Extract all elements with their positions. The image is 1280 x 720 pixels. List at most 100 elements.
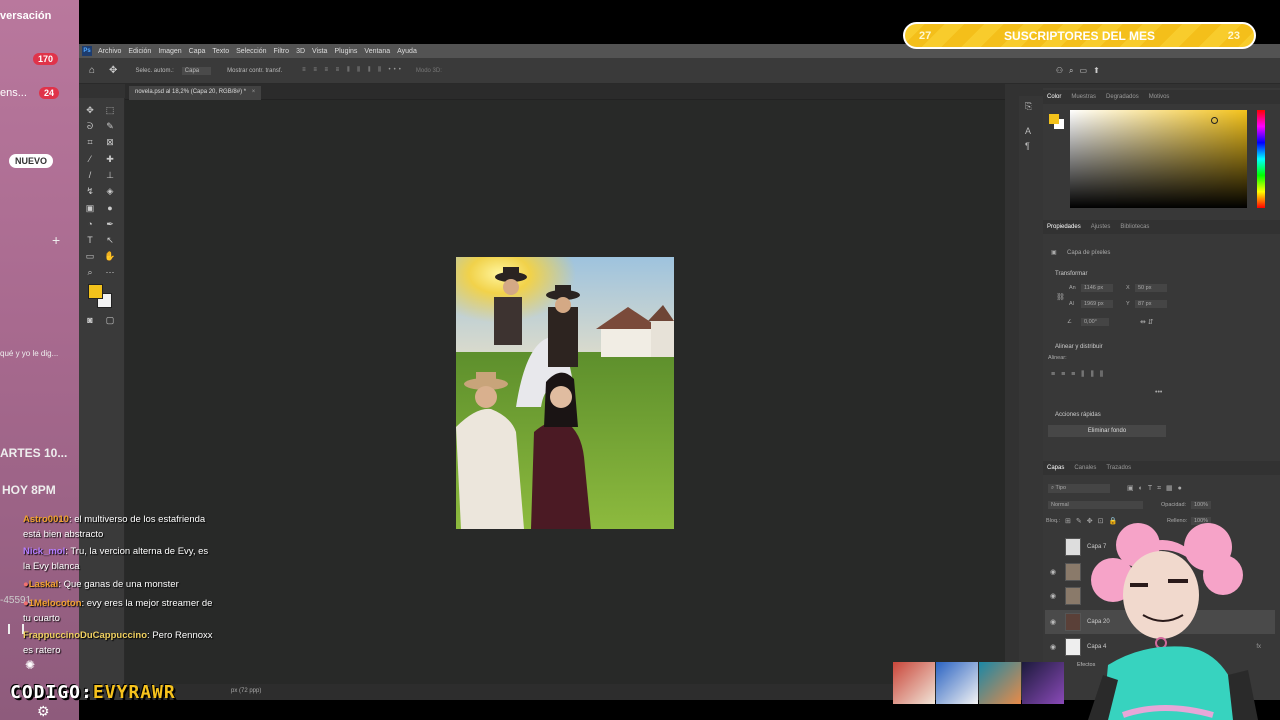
filter-icons[interactable]: ▣◐T⌗▦●: [1127, 484, 1187, 493]
quick-mask-icon[interactable]: ◙: [83, 314, 97, 326]
chat-username: Laskal: [28, 579, 59, 590]
eraser-icon[interactable]: ◈: [103, 185, 117, 197]
canvas-area[interactable]: [125, 100, 1005, 684]
screen-mode-icon[interactable]: ▢: [103, 314, 117, 326]
menu-texto[interactable]: Texto: [212, 48, 229, 55]
history-panel-icon[interactable]: ⎘: [1025, 101, 1032, 112]
remove-background-button[interactable]: Eliminar fondo: [1048, 425, 1166, 437]
x-field[interactable]: 50 px: [1135, 284, 1167, 292]
angle-icon: ∠: [1067, 319, 1072, 325]
menu-filtro[interactable]: Filtro: [274, 48, 290, 55]
add-icon[interactable]: +: [52, 232, 60, 248]
chat-message: ●1Melocoton: evy eres la mejor streamer …: [23, 596, 218, 626]
character-panel-icon[interactable]: A: [1025, 126, 1031, 136]
tab-trazados[interactable]: Trazados: [1106, 465, 1131, 471]
avatar: [936, 662, 978, 704]
hue-slider[interactable]: [1257, 110, 1265, 208]
search-icon[interactable]: ⚇⌕▭⬆: [1056, 66, 1106, 76]
tab-propiedades[interactable]: Propiedades: [1047, 224, 1081, 230]
blur-icon[interactable]: ●: [103, 202, 117, 214]
menu-archivo[interactable]: Archivo: [98, 48, 121, 55]
dodge-icon[interactable]: ◔: [83, 218, 97, 230]
stamp-icon[interactable]: ⊥: [103, 169, 117, 181]
menu-seleccion[interactable]: Selección: [236, 48, 266, 55]
chat-username: Astro0010: [23, 514, 69, 525]
eye-icon[interactable]: ◉: [1045, 592, 1061, 600]
frame-icon[interactable]: ⊠: [103, 136, 117, 148]
marquee-icon[interactable]: ⬚: [103, 104, 117, 116]
align-icons[interactable]: ≡ ≡ ≡ ≡ ⫼ ⫼ ⫼ ⫼ •••: [302, 67, 404, 74]
menu-imagen[interactable]: Imagen: [158, 48, 181, 55]
menu-capa[interactable]: Capa: [189, 48, 206, 55]
crop-icon[interactable]: ⌗: [83, 136, 97, 148]
eye-icon[interactable]: ◉: [1045, 643, 1061, 651]
settings-gear-icon[interactable]: ⚙: [37, 703, 50, 720]
healing-icon[interactable]: ✚: [103, 153, 117, 165]
tab-ajustes[interactable]: Ajustes: [1091, 224, 1111, 230]
tab-bibliotecas[interactable]: Bibliotecas: [1120, 224, 1149, 230]
auto-select-dropdown[interactable]: Capa: [181, 66, 212, 75]
angle-field[interactable]: 0,00°: [1081, 318, 1109, 326]
opacity-field[interactable]: 100%: [1191, 501, 1212, 509]
transform-controls-checkbox[interactable]: Mostrar contr. transf.: [227, 68, 282, 74]
move-icon[interactable]: ✥: [83, 104, 97, 116]
width-label: An: [1069, 285, 1076, 291]
gradient-icon[interactable]: ▣: [83, 202, 97, 214]
more-tools-icon[interactable]: ⋯: [103, 266, 117, 278]
tab-capas[interactable]: Capas: [1047, 465, 1064, 471]
eyedropper-icon[interactable]: ⁄: [83, 153, 97, 165]
banner-title: SUSCRIPTORES DEL MES: [1004, 28, 1155, 43]
path-select-icon[interactable]: ↖: [103, 234, 117, 246]
color-picker-field[interactable]: [1070, 110, 1247, 208]
sidebar-tab-label[interactable]: ens...: [0, 87, 27, 99]
menu-edicion[interactable]: Edición: [128, 48, 151, 55]
y-field[interactable]: 87 px: [1135, 300, 1167, 308]
zoom-icon[interactable]: ⌕: [83, 266, 97, 278]
chat-message: Nick_mol: Tru, la vercion alterna de Evy…: [23, 544, 218, 574]
flip-icons[interactable]: ⇹ ⇵: [1140, 318, 1154, 326]
history-brush-icon[interactable]: ↯: [83, 185, 97, 197]
width-field[interactable]: 1146 px: [1081, 284, 1113, 292]
hand-icon[interactable]: ✋: [103, 250, 117, 262]
layer-filter-dropdown[interactable]: ⌕ Tipo: [1048, 484, 1110, 493]
home-icon[interactable]: ⌂: [89, 65, 95, 76]
rectangle-icon[interactable]: ▭: [83, 250, 97, 262]
menu-plugins[interactable]: Plugins: [334, 48, 357, 55]
pen-icon[interactable]: ✒: [103, 218, 117, 230]
document-tab[interactable]: novela.psd al 18,2% (Capa 20, RGB/8#) * …: [129, 86, 262, 100]
link-proportions-icon[interactable]: ⛓: [1056, 293, 1065, 301]
menu-ventana[interactable]: Ventana: [364, 48, 390, 55]
blend-mode-dropdown[interactable]: Normal: [1048, 501, 1143, 509]
lasso-icon[interactable]: ᘐ: [83, 120, 97, 132]
schedule-time: HOY 8PM: [2, 483, 56, 497]
tab-muestras[interactable]: Muestras: [1071, 94, 1096, 100]
photo-artwork: [456, 257, 674, 529]
height-field[interactable]: 1969 px: [1081, 300, 1113, 308]
brush-icon[interactable]: /: [83, 169, 97, 181]
close-tab-icon[interactable]: ×: [252, 89, 256, 95]
menu-vista[interactable]: Vista: [312, 48, 327, 55]
document-photo[interactable]: [456, 257, 674, 529]
tab-degradados[interactable]: Degradados: [1106, 94, 1139, 100]
menu-ayuda[interactable]: Ayuda: [397, 48, 417, 55]
chat-message: ●Laskal: Que ganas de una monster: [23, 577, 218, 592]
quick-select-icon[interactable]: ✎: [103, 120, 117, 132]
paragraph-panel-icon[interactable]: ¶: [1025, 141, 1030, 151]
member-avatars: [893, 662, 1065, 704]
menu-3d[interactable]: 3D: [296, 48, 305, 55]
tab-canales[interactable]: Canales: [1074, 465, 1096, 471]
tab-color[interactable]: Color: [1047, 94, 1061, 100]
type-icon[interactable]: T: [83, 234, 97, 246]
foreground-color-swatch[interactable]: [88, 284, 103, 299]
color-picker-handle[interactable]: [1211, 117, 1218, 124]
tab-motivos[interactable]: Motivos: [1149, 94, 1170, 100]
eye-icon[interactable]: ◉: [1045, 568, 1061, 576]
align-buttons[interactable]: ≡≡≡⫼⫼⫼: [1051, 371, 1109, 379]
more-options-icon[interactable]: •••: [1155, 389, 1162, 396]
auto-select-label[interactable]: Selec. autom.:: [135, 68, 173, 74]
transform-title: Transformar: [1055, 271, 1088, 277]
subscriber-banner: 27 SUSCRIPTORES DEL MES 23: [903, 22, 1256, 49]
move-tool-icon[interactable]: ✥: [109, 65, 117, 76]
foreground-swatch[interactable]: [1049, 114, 1059, 124]
eye-icon[interactable]: ◉: [1045, 618, 1061, 626]
